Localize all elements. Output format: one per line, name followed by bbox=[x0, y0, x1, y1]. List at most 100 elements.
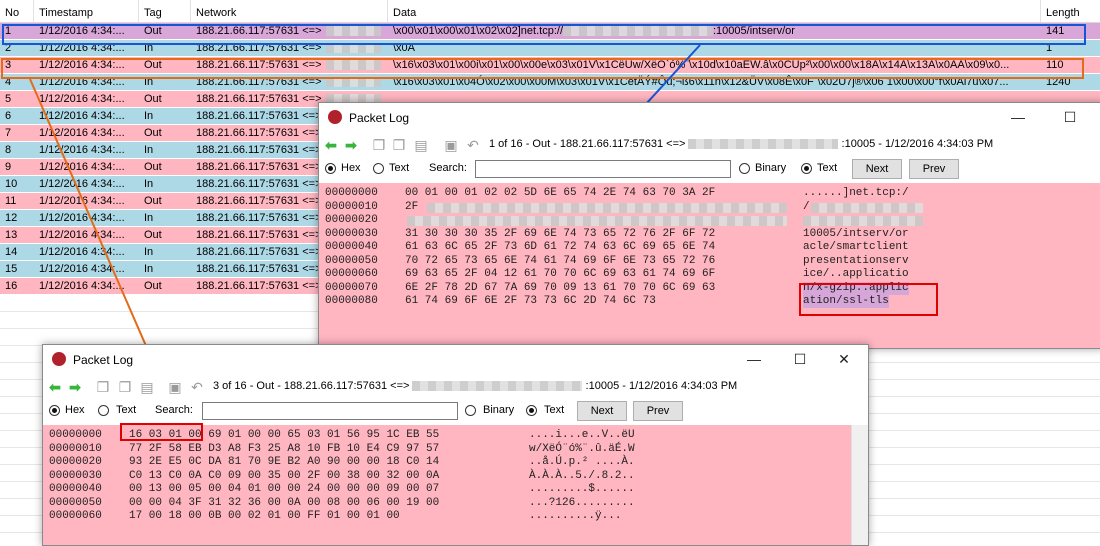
hex-bytes: 61 74 69 6F 6E 2F 73 73 6C 2D 74 6C 73 bbox=[405, 295, 656, 307]
back-arrow-icon[interactable]: ⬅ bbox=[323, 137, 339, 153]
red-highlight-box bbox=[799, 283, 938, 316]
cell-tag: In bbox=[144, 212, 154, 224]
redacted-bytes bbox=[427, 202, 787, 213]
copy-icon[interactable]: ❐ bbox=[371, 137, 387, 153]
document-icon[interactable]: ▤ bbox=[139, 379, 155, 395]
hex-radio[interactable] bbox=[325, 163, 336, 174]
hex-bytes: 61 63 6C 65 2F 73 6D 61 72 74 63 6C 69 6… bbox=[405, 241, 716, 253]
copy-text-icon[interactable]: ❐ bbox=[391, 137, 407, 153]
text-radio[interactable] bbox=[373, 163, 384, 174]
cell-no: 9 bbox=[5, 161, 12, 173]
ascii-text: ..........ÿ... bbox=[529, 510, 622, 522]
cell-tag: Out bbox=[144, 229, 162, 241]
cell-ts: 1/12/2016 4:34:... bbox=[39, 263, 125, 275]
cell-no: 14 bbox=[5, 246, 18, 258]
forward-arrow-icon[interactable]: ➡ bbox=[343, 137, 359, 153]
text-search-label: Text bbox=[817, 162, 838, 174]
cell-tag: In bbox=[144, 144, 154, 156]
minimize-button[interactable]: — bbox=[738, 348, 770, 370]
hex-offset: 00000060 bbox=[49, 510, 102, 522]
hex-label: Hex bbox=[341, 162, 361, 174]
cell-no: 10 bbox=[5, 178, 18, 190]
text-label: Text bbox=[389, 162, 410, 174]
hex-bytes: 6E 2F 78 2D 67 7A 69 70 09 13 61 70 70 6… bbox=[405, 281, 716, 294]
cell-ts: 1/12/2016 4:34:... bbox=[39, 127, 125, 139]
next-button[interactable]: Next bbox=[852, 159, 902, 179]
back-arrow-icon[interactable]: ⬅ bbox=[47, 379, 63, 395]
scrollbar[interactable] bbox=[851, 425, 868, 545]
prev-button[interactable]: Prev bbox=[633, 401, 683, 421]
close-button[interactable]: ✕ bbox=[828, 348, 860, 370]
cell-no: 6 bbox=[5, 110, 12, 122]
hex-offset: 00000010 bbox=[325, 200, 378, 213]
hex-bytes: 93 2E E5 0C DA 81 70 9E B2 A0 90 00 00 1… bbox=[129, 456, 440, 468]
hex-bytes: C0 13 C0 0A C0 09 00 35 00 2F 00 38 00 3… bbox=[129, 469, 440, 482]
next-button[interactable]: Next bbox=[577, 401, 627, 421]
col-data[interactable]: Data bbox=[388, 0, 1041, 22]
hex-bytes: 31 30 30 30 35 2F 69 6E 74 73 65 72 76 2… bbox=[405, 227, 716, 240]
text-radio[interactable] bbox=[98, 405, 109, 416]
hex-bytes: 70 72 65 73 65 6E 74 61 74 69 6F 6E 73 6… bbox=[405, 254, 716, 267]
cell-ts: 1/12/2016 4:34:... bbox=[39, 212, 125, 224]
cell-no: 13 bbox=[5, 229, 18, 241]
cell-no: 7 bbox=[5, 127, 12, 139]
search-input[interactable] bbox=[475, 160, 731, 178]
cell-tag: Out bbox=[144, 280, 162, 292]
text-label: Text bbox=[116, 404, 137, 416]
blue-highlight-box bbox=[2, 24, 1086, 45]
ascii-text: ice/..applicatio bbox=[803, 268, 909, 280]
hex-bytes: 00 01 00 01 02 02 5D 6E 65 74 2E 74 63 7… bbox=[405, 187, 716, 199]
prev-button[interactable]: Prev bbox=[909, 159, 959, 179]
hex-dump: 00000000 00 01 00 01 02 02 5D 6E 65 74 2E… bbox=[319, 183, 1100, 348]
text-search-radio[interactable] bbox=[526, 405, 537, 416]
maximize-button[interactable]: ☐ bbox=[784, 348, 816, 370]
ascii-text: À.À.À..5./.8.2.. bbox=[529, 469, 635, 482]
hex-offset: 00000030 bbox=[49, 469, 102, 482]
search-input[interactable] bbox=[202, 402, 458, 420]
cell-no: 11 bbox=[5, 195, 17, 207]
cell-tag: Out bbox=[144, 195, 162, 207]
save-icon[interactable]: ▣ bbox=[167, 379, 183, 395]
cell-ts: 1/12/2016 4:34:... bbox=[39, 280, 125, 292]
hex-offset: 00000040 bbox=[325, 241, 378, 253]
hex-offset: 00000050 bbox=[325, 254, 378, 267]
col-timestamp[interactable]: Timestamp bbox=[34, 0, 139, 22]
cell-tag: In bbox=[144, 110, 154, 122]
binary-radio[interactable] bbox=[465, 405, 476, 416]
forward-arrow-icon[interactable]: ➡ bbox=[67, 379, 83, 395]
binary-label: Binary bbox=[483, 404, 515, 416]
hex-label: Hex bbox=[65, 404, 85, 416]
undo-icon[interactable]: ↶ bbox=[465, 137, 481, 153]
minimize-button[interactable]: — bbox=[1002, 106, 1034, 128]
cell-no: 15 bbox=[5, 263, 18, 275]
hex-offset: 00000010 bbox=[49, 442, 102, 455]
col-no[interactable]: No bbox=[0, 0, 34, 22]
text-search-radio[interactable] bbox=[801, 163, 812, 174]
cell-ts: 1/12/2016 4:34:... bbox=[39, 161, 125, 173]
col-length[interactable]: Length bbox=[1041, 0, 1100, 22]
binary-radio[interactable] bbox=[739, 163, 750, 174]
cell-ts: 1/12/2016 4:34:... bbox=[39, 195, 125, 207]
redacted-text bbox=[811, 202, 923, 213]
col-tag[interactable]: Tag bbox=[139, 0, 191, 22]
hex-offset: 00000060 bbox=[325, 268, 378, 280]
packet-info: 3 of 16 - Out - 188.21.66.117:57631 <=> … bbox=[213, 380, 738, 392]
ascii-text: ....i...e..V..ëU bbox=[529, 429, 635, 441]
col-network[interactable]: Network bbox=[191, 0, 388, 22]
hex-radio[interactable] bbox=[49, 405, 60, 416]
maximize-button[interactable]: ☐ bbox=[1054, 106, 1086, 128]
save-icon[interactable]: ▣ bbox=[443, 137, 459, 153]
cell-tag: Out bbox=[144, 161, 162, 173]
ascii-text: 10005/intserv/or bbox=[803, 227, 909, 240]
ascii-text: ......]net.tcp:/ bbox=[803, 187, 909, 199]
copy-text-icon[interactable]: ❐ bbox=[117, 379, 133, 395]
toolbar: ⬅ ➡ ❐ ❐ ▤ ▣ ↶ 1 of 16 - Out - 188.21.66.… bbox=[319, 133, 1100, 157]
cell-ts: 1/12/2016 4:34:... bbox=[39, 246, 125, 258]
copy-icon[interactable]: ❐ bbox=[95, 379, 111, 395]
packet-log-window-2: Packet Log — ☐ ✕ ⬅ ➡ ❐ ❐ ▤ ▣ ↶ 3 of 16 -… bbox=[42, 344, 869, 546]
cell-tag: In bbox=[144, 246, 154, 258]
undo-icon[interactable]: ↶ bbox=[189, 379, 205, 395]
search-label: Search: bbox=[155, 404, 193, 416]
document-icon[interactable]: ▤ bbox=[413, 137, 429, 153]
options-bar: Hex Text Search: Binary Text Next Prev bbox=[43, 399, 868, 423]
